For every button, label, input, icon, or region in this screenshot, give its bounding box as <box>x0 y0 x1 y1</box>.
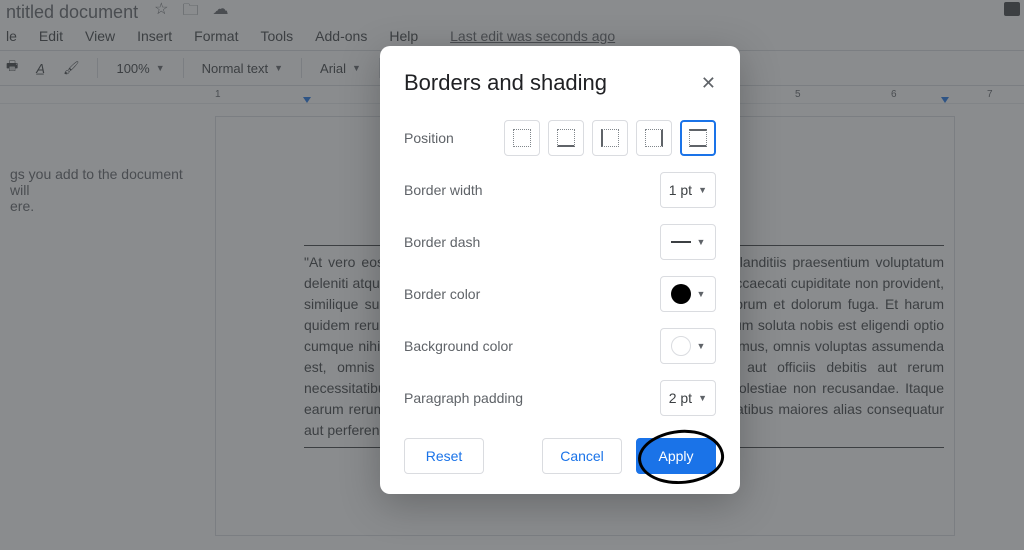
dialog-title: Borders and shading <box>404 70 607 96</box>
border-width-label: Border width <box>404 182 483 198</box>
paragraph-padding-label: Paragraph padding <box>404 390 523 406</box>
position-right-button[interactable] <box>636 120 672 156</box>
reset-button[interactable]: Reset <box>404 438 484 474</box>
border-dash-label: Border dash <box>404 234 480 250</box>
border-width-select[interactable]: 1 pt▼ <box>660 172 716 208</box>
color-swatch-black <box>671 284 691 304</box>
background-color-select[interactable]: ▼ <box>660 328 716 364</box>
border-dash-select[interactable]: ▼ <box>660 224 716 260</box>
position-top-bottom-button[interactable] <box>680 120 716 156</box>
background-color-label: Background color <box>404 338 513 354</box>
paragraph-padding-select[interactable]: 2 pt▼ <box>660 380 716 416</box>
borders-shading-dialog: Borders and shading ✕ Position Border wi… <box>380 46 740 494</box>
close-icon[interactable]: ✕ <box>701 74 716 92</box>
apply-button[interactable]: Apply <box>636 438 716 474</box>
position-bottom-button[interactable] <box>548 120 584 156</box>
border-color-select[interactable]: ▼ <box>660 276 716 312</box>
position-all-button[interactable] <box>504 120 540 156</box>
color-swatch-none <box>671 336 691 356</box>
dash-solid-icon <box>671 241 691 243</box>
position-label: Position <box>404 130 454 146</box>
cancel-button[interactable]: Cancel <box>542 438 622 474</box>
position-left-button[interactable] <box>592 120 628 156</box>
border-color-label: Border color <box>404 286 480 302</box>
